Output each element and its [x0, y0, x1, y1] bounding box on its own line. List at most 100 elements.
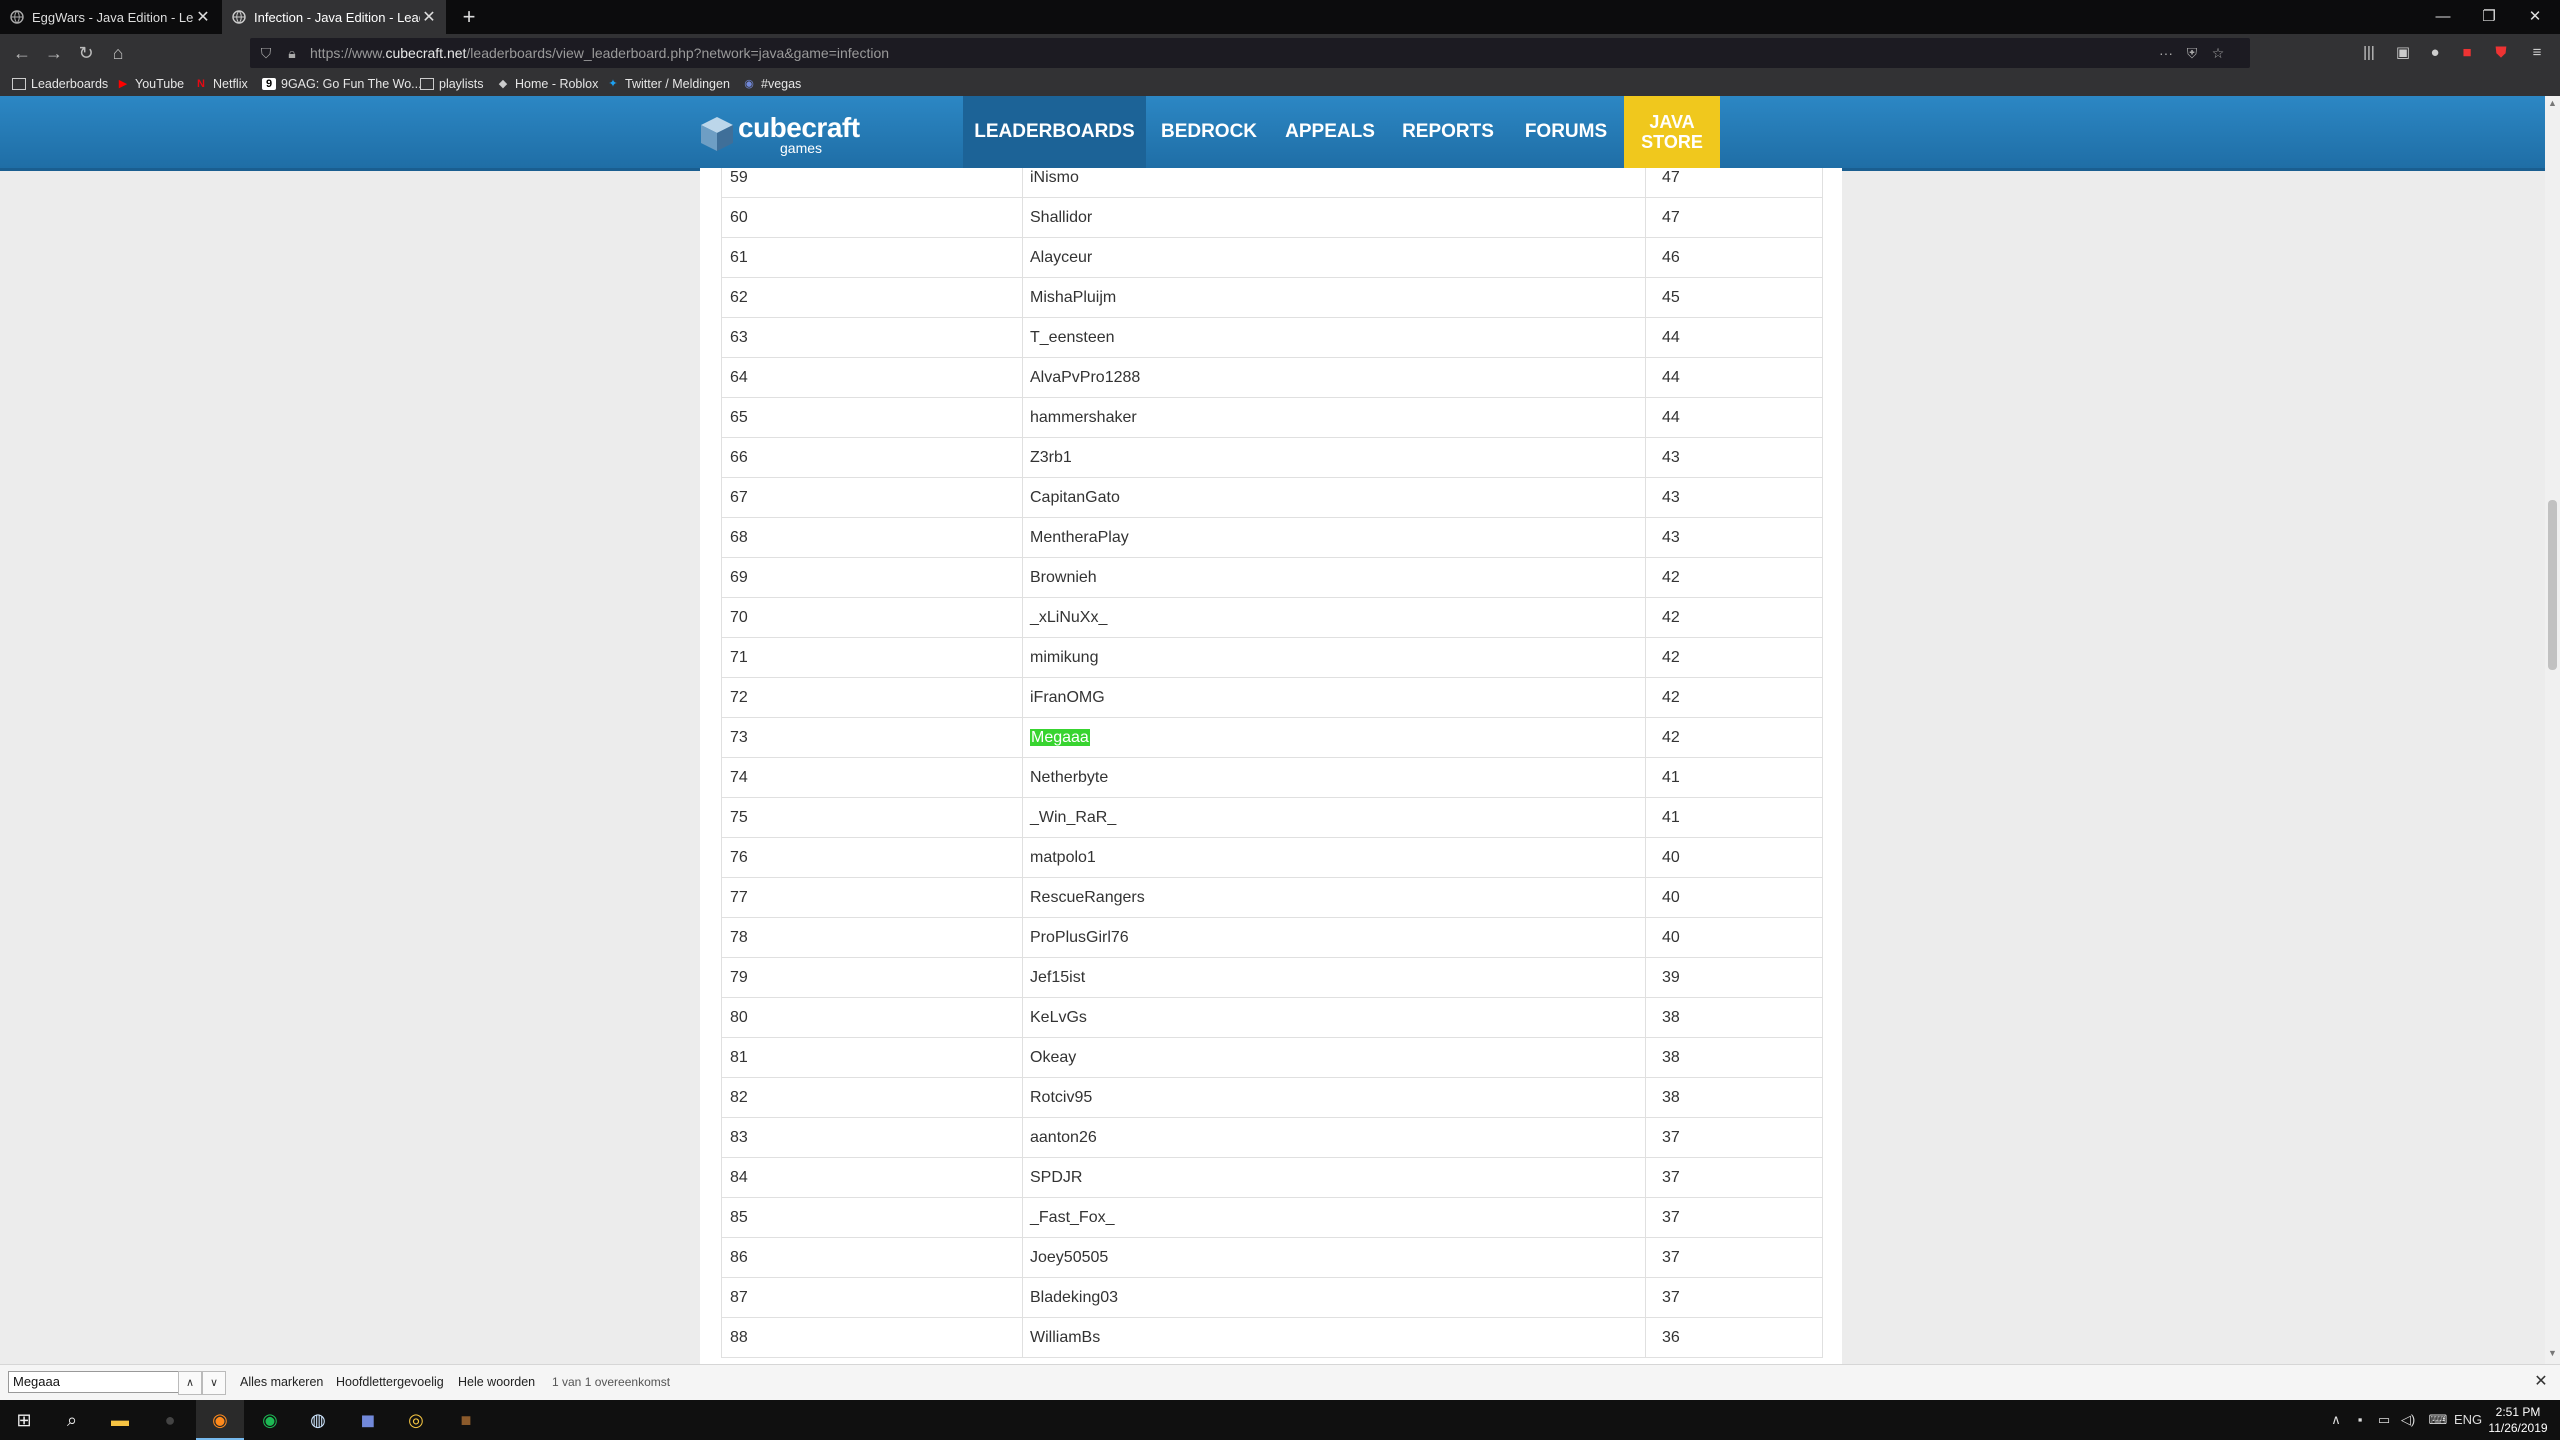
player-name-cell: SPDJR [1030, 1169, 1083, 1186]
minecraft-icon[interactable]: ■ [442, 1400, 490, 1440]
spotify-icon[interactable]: ◉ [246, 1400, 294, 1440]
search-icon[interactable]: ⌕ [48, 1400, 96, 1440]
tray-app-icon[interactable]: ▪ [2350, 1400, 2370, 1440]
bookmark-roblox[interactable]: ◆ Home - Roblox [496, 72, 599, 96]
keyboard-icon[interactable]: ⌨ [2426, 1400, 2450, 1440]
column-divider [1645, 1038, 1646, 1078]
lock-icon[interactable]: 🔒︎ [282, 43, 302, 63]
url-text[interactable]: https://www.cubecraft.net/leaderboards/v… [310, 38, 889, 68]
scroll-down-icon[interactable]: ▼ [2547, 1348, 2558, 1362]
roblox-icon: ◆ [498, 78, 508, 90]
adblock-icon[interactable]: ■ [2454, 40, 2480, 66]
bookmark-twitter[interactable]: ✦ Twitter / Meldingen [606, 72, 730, 96]
netflix-icon: N [197, 78, 205, 90]
find-next-button[interactable]: ∨ [202, 1371, 226, 1395]
nav-appeals[interactable]: APPEALS [1276, 96, 1384, 168]
rank-cell: 66 [730, 449, 748, 466]
score-cell: 41 [1662, 769, 1680, 786]
new-tab-button[interactable]: + [456, 4, 482, 30]
library-icon[interactable]: ||| [2356, 40, 2382, 66]
bookmark-star-icon[interactable]: ☆ [2208, 43, 2228, 63]
column-divider [1645, 678, 1646, 718]
table-row: 74 Netherbyte 41 [721, 758, 1823, 798]
bookmark-leaderboards[interactable]: Leaderboards [12, 72, 108, 96]
rank-cell: 83 [730, 1129, 748, 1146]
score-cell: 37 [1662, 1209, 1680, 1226]
address-bar[interactable]: ⛉ 🔒︎ https://www.cubecraft.net/leaderboa… [250, 38, 2250, 68]
tab-eggwars[interactable]: EggWars - Java Edition - Leade ✕ [0, 0, 220, 34]
sidebar-icon[interactable]: ▣ [2390, 40, 2416, 66]
volume-icon[interactable]: ◁) [2398, 1400, 2418, 1440]
score-cell: 42 [1662, 729, 1680, 746]
nav-leaderboards[interactable]: LEADERBOARDS [963, 96, 1146, 168]
nav-java-store[interactable]: JAVA STORE [1624, 96, 1720, 168]
discord-icon[interactable]: ◼ [344, 1400, 392, 1440]
ublock-icon[interactable]: ⛊ [2488, 40, 2514, 66]
find-input[interactable] [8, 1371, 184, 1393]
find-previous-button[interactable]: ∧ [178, 1371, 202, 1395]
column-divider [1022, 558, 1023, 598]
column-divider [1645, 638, 1646, 678]
clock[interactable]: 2:51 PM 11/26/2019 [2480, 1404, 2556, 1436]
column-divider [1022, 1278, 1023, 1318]
rank-cell: 86 [730, 1249, 748, 1266]
taskbar-app-icon[interactable]: ● [146, 1400, 194, 1440]
windows-start-icon[interactable]: ⊞ [0, 1400, 48, 1440]
nav-forums[interactable]: FORUMS [1514, 96, 1618, 168]
highlight-all-option[interactable]: Alles markeren [240, 1371, 323, 1393]
home-button[interactable]: ⌂ [104, 40, 132, 66]
nav-reports[interactable]: REPORTS [1394, 96, 1502, 168]
taskbar-app-icon[interactable]: ◎ [392, 1400, 440, 1440]
pocket-icon[interactable]: ⛨ [2182, 43, 2202, 63]
column-divider [1645, 918, 1646, 958]
bookmark-playlists[interactable]: playlists [420, 72, 483, 96]
back-button[interactable]: ← [8, 40, 36, 66]
tab-infection[interactable]: Infection - Java Edition - Leade ✕ [222, 0, 446, 34]
bookmark-youtube[interactable]: ▶ YouTube [116, 72, 184, 96]
tracking-shield-icon[interactable]: ⛉ [256, 43, 276, 63]
close-tab-icon[interactable]: ✕ [194, 7, 212, 27]
language-indicator[interactable]: ENG [2454, 1400, 2482, 1440]
table-row: 69 Brownieh 42 [721, 558, 1823, 598]
firefox-icon[interactable]: ◉ [196, 1400, 244, 1440]
column-divider [1645, 998, 1646, 1038]
scroll-up-icon[interactable]: ▲ [2547, 98, 2558, 112]
forward-button[interactable]: → [40, 40, 68, 66]
restore-button[interactable]: ❐ [2466, 0, 2512, 34]
steam-icon[interactable]: ◍ [294, 1400, 342, 1440]
page-actions-icon[interactable]: ··· [2156, 43, 2176, 63]
player-name-cell: hammershaker [1030, 409, 1137, 426]
score-cell: 38 [1662, 1049, 1680, 1066]
bookmark-9gag[interactable]: 9 9GAG: Go Fun The Wo... [262, 72, 422, 96]
close-window-button[interactable]: ✕ [2512, 0, 2558, 34]
whole-words-option[interactable]: Hele woorden [458, 1371, 535, 1393]
file-explorer-icon[interactable]: ▬ [96, 1400, 144, 1440]
page-scrollbar[interactable]: ▲ ▼ [2545, 96, 2560, 1364]
column-divider [1022, 998, 1023, 1038]
scroll-thumb[interactable] [2548, 500, 2557, 670]
rank-cell: 79 [730, 969, 748, 986]
bookmark-netflix[interactable]: N Netflix [194, 72, 248, 96]
column-divider [1645, 838, 1646, 878]
player-name-cell: iFranOMG [1030, 689, 1105, 706]
tray-chevron-icon[interactable]: ∧ [2326, 1400, 2346, 1440]
folder-icon [420, 78, 434, 90]
column-divider [1645, 878, 1646, 918]
match-case-option[interactable]: Hoofdlettergevoelig [336, 1371, 444, 1393]
bookmark-vegas[interactable]: ◉ #vegas [742, 72, 801, 96]
rank-cell: 77 [730, 889, 748, 906]
table-row: 61 Alayceur 46 [721, 238, 1823, 278]
menu-icon[interactable]: ≡ [2524, 40, 2550, 66]
minimize-button[interactable]: — [2420, 0, 2466, 34]
reload-button[interactable]: ↻ [72, 40, 100, 66]
account-icon[interactable]: ● [2422, 40, 2448, 66]
close-tab-icon[interactable]: ✕ [420, 7, 438, 27]
column-divider [1022, 478, 1023, 518]
cubecraft-logo[interactable]: cubecraft games [700, 110, 860, 156]
table-row: 71 mimikung 42 [721, 638, 1823, 678]
close-find-bar-icon[interactable]: ✕ [2530, 1371, 2552, 1393]
nav-bedrock[interactable]: BEDROCK [1150, 96, 1268, 168]
network-icon[interactable]: ▭ [2374, 1400, 2394, 1440]
rank-cell: 61 [730, 249, 748, 266]
browser-tab-bar: EggWars - Java Edition - Leade ✕ Infecti… [0, 0, 2560, 34]
